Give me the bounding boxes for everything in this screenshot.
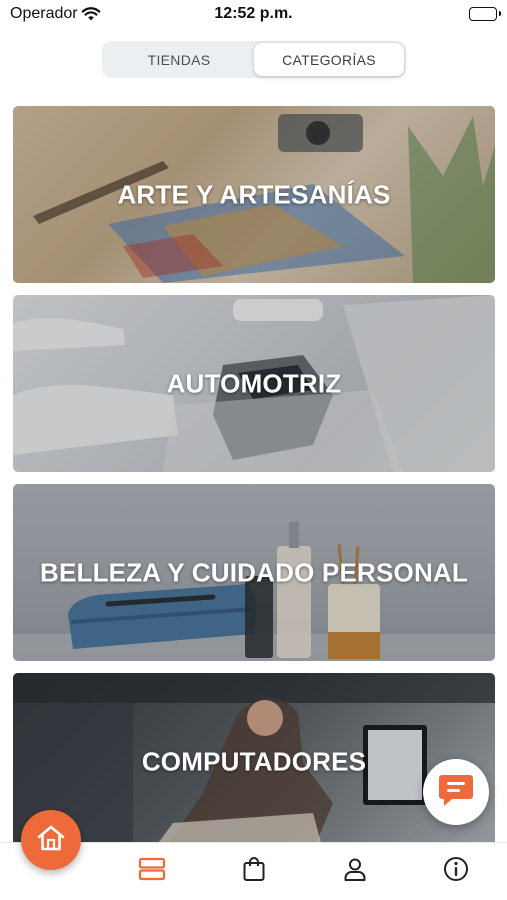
category-card-automotriz[interactable]: AUTOMOTRIZ — [13, 295, 495, 472]
tab-categorias[interactable]: CATEGORÍAS — [254, 43, 404, 76]
shopping-bag-icon — [242, 856, 266, 887]
tab-categories[interactable] — [101, 843, 202, 900]
category-list: ARTE Y ARTESANÍAS AUTOMOTRIZ BELLEZA Y C… — [13, 106, 495, 862]
info-icon — [443, 856, 469, 887]
category-title: BELLEZA Y CUIDADO PERSONAL — [40, 557, 468, 587]
status-bar: Operador 12:52 p.m. — [0, 0, 507, 30]
category-title: COMPUTADORES — [141, 746, 367, 776]
tab-profile[interactable] — [304, 843, 405, 900]
category-title: AUTOMOTRIZ — [166, 368, 342, 398]
category-card-arte[interactable]: ARTE Y ARTESANÍAS — [13, 106, 495, 283]
chat-button[interactable] — [423, 759, 489, 825]
categories-icon — [138, 857, 166, 886]
category-card-belleza[interactable]: BELLEZA Y CUIDADO PERSONAL — [13, 484, 495, 661]
home-icon — [36, 824, 66, 857]
category-title: ARTE Y ARTESANÍAS — [117, 179, 391, 209]
home-button[interactable] — [21, 810, 81, 870]
tab-info[interactable] — [406, 843, 507, 900]
user-icon — [343, 857, 367, 886]
tab-bag[interactable] — [203, 843, 304, 900]
chat-icon — [438, 773, 474, 812]
category-card-computadores[interactable]: COMPUTADORES — [13, 673, 495, 850]
battery-icon — [469, 7, 501, 21]
store-category-toggle: TIENDAS CATEGORÍAS — [102, 41, 406, 78]
tab-tiendas[interactable]: TIENDAS — [104, 43, 254, 76]
clock: 12:52 p.m. — [214, 5, 293, 22]
